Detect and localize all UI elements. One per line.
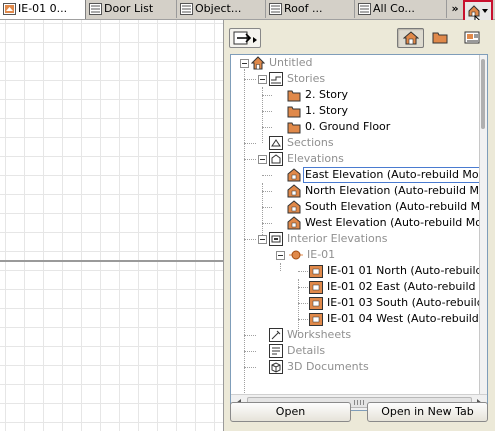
export-arrow-icon <box>233 31 259 49</box>
tab-roof[interactable]: Roof ... <box>266 0 355 18</box>
tree-item-interior-elevations[interactable]: Interior Elevations <box>231 231 481 247</box>
tab-bar: IE-01 0... Door List Object... Roof ... … <box>0 0 495 20</box>
tree-label: Details <box>287 344 326 357</box>
tree-item-interior-elevation[interactable]: IE-01 01 North (Auto-rebuild Model) <box>231 263 487 279</box>
vertical-scrollbar[interactable] <box>479 55 487 410</box>
tree-label: IE-01 03 South (Auto-rebuild Model) <box>327 296 487 309</box>
list-icon <box>180 3 193 18</box>
tree-item-worksheets[interactable]: Worksheets <box>231 327 481 343</box>
tree-label: Stories <box>287 72 326 85</box>
tree-label: East Elevation (Auto-rebuild Model) <box>303 167 487 183</box>
elevation-view-icon <box>3 3 16 19</box>
vertical-scroll-thumb[interactable] <box>481 59 485 129</box>
tab-ie-01[interactable]: IE-01 0... <box>0 0 86 19</box>
tab-door-list[interactable]: Door List <box>86 0 177 18</box>
tree-item-elevations[interactable]: Elevations <box>231 151 481 167</box>
list-icon <box>89 3 102 18</box>
3d-document-icon <box>269 360 283 377</box>
tree-item-interior-elevation[interactable]: IE-01 02 East (Auto-rebuild Model) <box>231 279 487 295</box>
tree-label: 1. Story <box>305 104 349 117</box>
grip-icon <box>354 400 366 405</box>
folder-icon <box>432 31 448 47</box>
drawing-canvas[interactable] <box>0 20 224 431</box>
house-icon <box>402 31 420 48</box>
tree-label: IE-01 <box>307 248 336 261</box>
tree-item-story[interactable]: 2. Story <box>231 87 481 103</box>
tree-label: Sections <box>287 136 334 149</box>
tree-item-elevation-selected[interactable]: East Elevation (Auto-rebuild Model) <box>231 167 487 183</box>
tree-item-elevation[interactable]: North Elevation (Auto-rebuild Model) <box>231 183 487 199</box>
tree-item-details[interactable]: Details <box>231 343 481 359</box>
tree-item-story[interactable]: 0. Ground Floor <box>231 119 481 135</box>
tree-item-elevation[interactable]: South Elevation (Auto-rebuild Model) <box>231 199 487 215</box>
marker-icon <box>289 249 303 264</box>
tree-label: Untitled <box>269 56 313 69</box>
tree-item-ie-group[interactable]: IE-01 <box>231 247 481 263</box>
collapse-toggle[interactable] <box>276 251 285 260</box>
tree-label: 3D Documents <box>287 360 369 373</box>
open-in-new-tab-button[interactable]: Open in New Tab <box>367 402 488 422</box>
tree-label: West Elevation (Auto-rebuild Model) <box>305 216 488 229</box>
collapse-toggle[interactable] <box>258 75 267 84</box>
tree-label: 2. Story <box>305 88 349 101</box>
tree-label: IE-01 02 East (Auto-rebuild Model) <box>327 280 487 293</box>
tree-item-untitled[interactable]: Untitled <box>231 55 481 71</box>
tree-label: Elevations <box>287 152 344 165</box>
tree-item-story[interactable]: 1. Story <box>231 103 481 119</box>
project-map-tree[interactable]: Untitled Stories 2. Story 1. Story 0. Gr… <box>230 54 488 411</box>
collapse-toggle[interactable] <box>258 235 267 244</box>
tree-label: IE-01 04 West (Auto-rebuild Model) <box>327 312 487 325</box>
tree-item-elevation[interactable]: West Elevation (Auto-rebuild Model) <box>231 215 487 231</box>
tree-item-stories[interactable]: Stories <box>231 71 481 87</box>
tab-object[interactable]: Object... <box>177 0 266 18</box>
tree-label: 0. Ground Floor <box>305 120 391 133</box>
list-icon <box>358 3 371 18</box>
layout-book-button[interactable] <box>461 28 483 48</box>
tree-label: South Elevation (Auto-rebuild Model) <box>305 200 488 213</box>
tab-overflow-button[interactable]: » <box>447 0 463 18</box>
tree-label: IE-01 01 North (Auto-rebuild Model) <box>327 264 487 277</box>
project-map-button[interactable] <box>397 28 424 48</box>
layout-icon <box>464 31 480 47</box>
canvas-divider <box>0 260 224 262</box>
collapse-toggle[interactable] <box>240 59 249 68</box>
tab-label: All Co... <box>373 2 415 15</box>
open-button[interactable]: Open <box>230 402 351 422</box>
tree-item-interior-elevation[interactable]: IE-01 03 South (Auto-rebuild Model) <box>231 295 487 311</box>
tab-label: IE-01 0... <box>18 2 68 15</box>
view-map-button[interactable] <box>429 28 451 48</box>
tree-item-sections[interactable]: Sections <box>231 135 481 151</box>
collapse-toggle[interactable] <box>258 155 267 164</box>
list-icon <box>269 3 282 18</box>
navigator-panel: Untitled Stories 2. Story 1. Story 0. Gr… <box>224 20 495 431</box>
tree-item-interior-elevation[interactable]: IE-01 04 West (Auto-rebuild Model) <box>231 311 487 327</box>
tree-label: Interior Elevations <box>287 232 388 245</box>
tab-label: Object... <box>195 2 242 15</box>
tab-label: Door List <box>104 2 154 15</box>
tree-label: Worksheets <box>287 328 352 341</box>
tree-item-3d-documents[interactable]: 3D Documents <box>231 359 481 375</box>
navigator-options-button[interactable] <box>229 28 261 48</box>
tab-all-components[interactable]: All Co... <box>355 0 447 18</box>
tree-label: North Elevation (Auto-rebuild Model) <box>305 184 488 197</box>
tab-label: Roof ... <box>284 2 323 15</box>
